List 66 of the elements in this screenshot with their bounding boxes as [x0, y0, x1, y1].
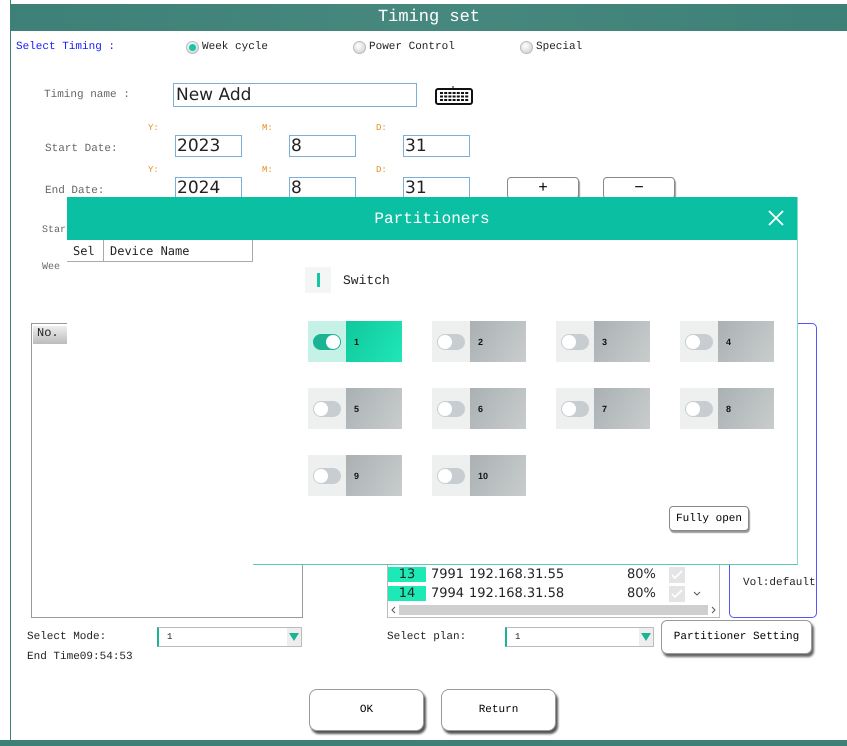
table-cell-text: 80% — [627, 567, 657, 582]
end-time-label: End Time09:54:53 — [27, 651, 133, 663]
toggle-switch[interactable] — [561, 334, 589, 350]
date-label: End Date: — [45, 185, 106, 197]
radio-option[interactable]: Special — [520, 40, 582, 54]
column-header: No. — [33, 326, 68, 344]
checkbox[interactable] — [669, 566, 685, 582]
toggle-switch[interactable] — [437, 468, 465, 484]
date-input-field[interactable]: 2023 — [175, 135, 242, 157]
partitioner-setting-button[interactable]: Partitioner Setting — [661, 620, 812, 654]
table-cell-text: 7991 — [430, 567, 466, 582]
table-cell: 14 — [388, 586, 426, 601]
radio-option[interactable]: Week cycle — [186, 40, 268, 54]
date-part-label: Y: — [148, 165, 160, 175]
table-cell-text: 192.168.31.58 — [469, 586, 566, 601]
timing-name-label: Timing name : — [44, 89, 131, 101]
remove-button[interactable]: − — [603, 177, 675, 199]
dialog-title: Partitioners — [374, 210, 490, 228]
dropdown-arrow-icon[interactable] — [289, 633, 299, 641]
toggle-switch[interactable] — [313, 400, 341, 416]
date-input-field[interactable]: 8 — [289, 135, 356, 157]
scrollbar-thumb[interactable] — [399, 605, 708, 615]
dropdown-arrow-icon[interactable] — [641, 633, 651, 641]
date-part-label: D: — [376, 165, 388, 175]
toggle-switch[interactable] — [561, 400, 589, 416]
date-part-label: M: — [262, 165, 274, 175]
select-timing-label: Select Timing : — [16, 41, 116, 53]
toggle-switch[interactable] — [685, 334, 713, 350]
column-header: Sel — [67, 240, 104, 261]
timing-name-field[interactable]: New Add — [173, 83, 417, 107]
scroll-down-icon[interactable] — [693, 590, 701, 596]
field-label: Star — [42, 225, 66, 236]
fully-open-button[interactable]: Fully open — [669, 506, 749, 531]
table-cell-text: 192.168.31.55 — [469, 567, 566, 582]
mode-dropdown[interactable]: 1 — [157, 627, 302, 647]
toggle-switch[interactable] — [313, 468, 341, 484]
radio-option[interactable]: Power Control — [353, 40, 455, 54]
select-plan-label: Select plan: — [387, 631, 468, 643]
add-button[interactable]: + — [507, 177, 579, 199]
switch-indicator-icon — [305, 267, 331, 293]
table-cell-text: 80% — [627, 586, 657, 601]
volume-label: Vol:default — [743, 577, 816, 589]
switch-label: Switch — [343, 272, 390, 288]
table-cell-text: 7994 — [430, 586, 466, 601]
close-icon[interactable] — [767, 209, 785, 227]
keyboard-icon[interactable] — [435, 85, 473, 105]
plan-dropdown[interactable]: 1 — [505, 627, 654, 647]
checkbox[interactable] — [669, 586, 685, 602]
select-mode-label: Select Mode: — [27, 631, 108, 643]
date-label: Start Date: — [45, 143, 119, 155]
date-part-label: Y: — [148, 123, 160, 133]
ok-button[interactable]: OK — [309, 689, 424, 731]
toggle-switch[interactable] — [685, 400, 713, 416]
date-part-label: M: — [262, 123, 274, 133]
return-button[interactable]: Return — [441, 689, 556, 731]
field-label: Wee — [42, 262, 60, 273]
window-title: Timing set — [11, 4, 847, 31]
toggle-switch[interactable] — [313, 334, 341, 350]
toggle-switch[interactable] — [437, 400, 465, 416]
scroll-right-icon[interactable] — [711, 606, 717, 614]
date-part-label: D: — [376, 123, 388, 133]
date-input-field[interactable]: 31 — [403, 135, 470, 157]
toggle-switch[interactable] — [437, 334, 465, 350]
scroll-left-icon[interactable] — [390, 606, 396, 614]
column-header: Device Name — [109, 242, 190, 260]
table-cell: 13 — [388, 567, 426, 582]
